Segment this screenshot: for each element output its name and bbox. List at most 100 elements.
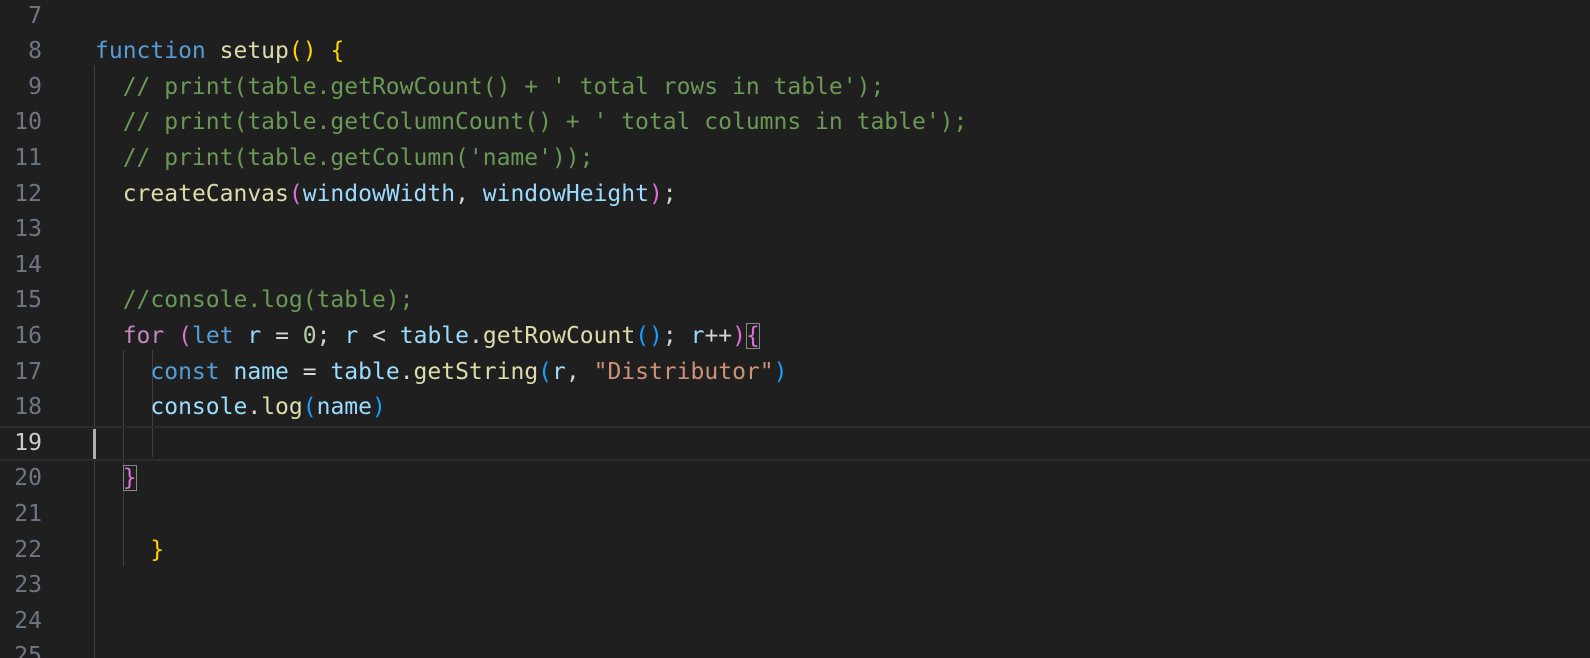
code-token: // print(table.getColumn('name')); — [95, 144, 594, 171]
code-editor[interactable]: 7 8 function setup() {9 // print(table.get… — [0, 0, 1590, 658]
code-token: = — [261, 322, 303, 349]
code-line[interactable]: 25 — [0, 639, 1590, 658]
code-content[interactable]: // print(table.getColumn('name')); — [95, 141, 594, 177]
line-number: 8 — [28, 38, 42, 65]
code-token: () — [635, 322, 663, 349]
code-token: name — [316, 394, 372, 421]
code-token: ; — [662, 180, 677, 207]
code-line[interactable]: 24 — [0, 604, 1590, 640]
code-line[interactable]: 23 — [0, 568, 1590, 604]
line-number: 17 — [14, 358, 42, 385]
code-token: . — [399, 358, 414, 385]
line-number: 25 — [14, 643, 42, 658]
code-token: ) — [371, 394, 386, 421]
code-token: < — [358, 322, 400, 349]
code-content[interactable]: const name = table.getString(r, "Distrib… — [95, 355, 787, 391]
code-content[interactable]: createCanvas(windowWidth, windowHeight); — [95, 177, 677, 213]
code-line[interactable]: 19 — [0, 425, 1590, 462]
code-token: . — [469, 322, 483, 349]
code-token: table — [330, 358, 400, 385]
line-number: 7 — [28, 2, 42, 29]
code-line[interactable]: 16 for (let r = 0; r < table.getRowCount… — [0, 319, 1590, 355]
code-token: setup — [219, 38, 289, 65]
code-token: ( — [538, 358, 553, 385]
code-token: //console.log(table); — [95, 287, 414, 314]
line-number: 20 — [14, 465, 42, 492]
code-content[interactable]: function setup() { — [95, 34, 344, 70]
code-token: ( — [302, 394, 317, 421]
code-content[interactable]: // print(table.getColumnCount() + ' tota… — [95, 105, 968, 141]
text-cursor — [93, 428, 96, 459]
code-token: function — [95, 38, 206, 65]
line-number: 24 — [14, 607, 42, 634]
code-line[interactable]: 11 // print(table.getColumn('name')); — [0, 141, 1590, 177]
code-line[interactable]: 9 // print(table.getRowCount() + ' total… — [0, 70, 1590, 106]
code-token: // print(table.getRowCount() + ' total r… — [95, 73, 885, 100]
code-token: ++ — [704, 322, 733, 349]
code-line[interactable]: 10 // print(table.getColumnCount() + ' t… — [0, 105, 1590, 141]
line-number: 19 — [14, 429, 42, 456]
code-content[interactable]: //console.log(table); — [95, 283, 414, 319]
code-content[interactable]: } — [95, 533, 164, 569]
code-line[interactable]: 15 //console.log(table); — [0, 283, 1590, 319]
code-token: let — [191, 322, 234, 349]
code-token: windowHeight — [482, 180, 649, 207]
code-content[interactable]: // print(table.getRowCount() + ' total r… — [95, 70, 885, 106]
code-token: ( — [288, 180, 303, 207]
line-number: 15 — [14, 287, 42, 314]
line-number: 14 — [14, 251, 42, 278]
matched-bracket: } — [122, 465, 137, 492]
code-token: () — [288, 38, 317, 65]
code-token: console — [150, 394, 248, 421]
code-token: . — [247, 394, 262, 421]
code-token: 0 — [302, 322, 317, 349]
code-line[interactable]: 22 } — [0, 533, 1590, 569]
code-line[interactable]: 12 createCanvas(windowWidth, windowHeigh… — [0, 177, 1590, 213]
code-line[interactable]: 7 — [0, 0, 1590, 34]
code-line[interactable]: 13 — [0, 212, 1590, 248]
code-token: windowWidth — [302, 180, 456, 207]
code-token: ( — [178, 322, 192, 349]
code-token: name — [233, 358, 289, 385]
code-line[interactable]: 20 } — [0, 461, 1590, 497]
code-line[interactable]: 14 — [0, 248, 1590, 284]
code-token: , — [455, 180, 483, 207]
code-token: for — [122, 322, 165, 349]
code-line[interactable]: 18 console.log(name) — [0, 390, 1590, 426]
code-content[interactable]: console.log(name) — [95, 390, 386, 426]
matched-bracket: { — [746, 322, 760, 349]
code-token: ; — [316, 322, 345, 349]
code-token: // print(table.getColumnCount() + ' tota… — [95, 109, 968, 136]
code-token: { — [330, 38, 345, 65]
code-line[interactable]: 21 — [0, 497, 1590, 533]
line-number: 18 — [14, 394, 42, 421]
code-content[interactable]: } — [95, 461, 137, 497]
code-token: ) — [732, 322, 747, 349]
code-token: getString — [413, 358, 539, 385]
code-token: , — [565, 358, 594, 385]
code-token: ; — [662, 322, 691, 349]
line-number: 23 — [14, 572, 42, 599]
line-number: 21 — [14, 500, 42, 527]
line-number: 9 — [28, 73, 42, 100]
line-number: 10 — [14, 109, 42, 136]
code-content[interactable]: for (let r = 0; r < table.getRowCount();… — [95, 319, 760, 355]
code-token: = — [288, 358, 331, 385]
line-number: 12 — [14, 180, 42, 207]
code-token: ) — [648, 180, 663, 207]
code-line[interactable]: 17 const name = table.getString(r, "Dist… — [0, 355, 1590, 391]
code-token: r — [552, 358, 566, 385]
code-line[interactable]: 8 function setup() { — [0, 34, 1590, 70]
code-token: ) — [773, 358, 788, 385]
code-token: const — [150, 358, 220, 385]
code-token: r — [690, 322, 705, 349]
